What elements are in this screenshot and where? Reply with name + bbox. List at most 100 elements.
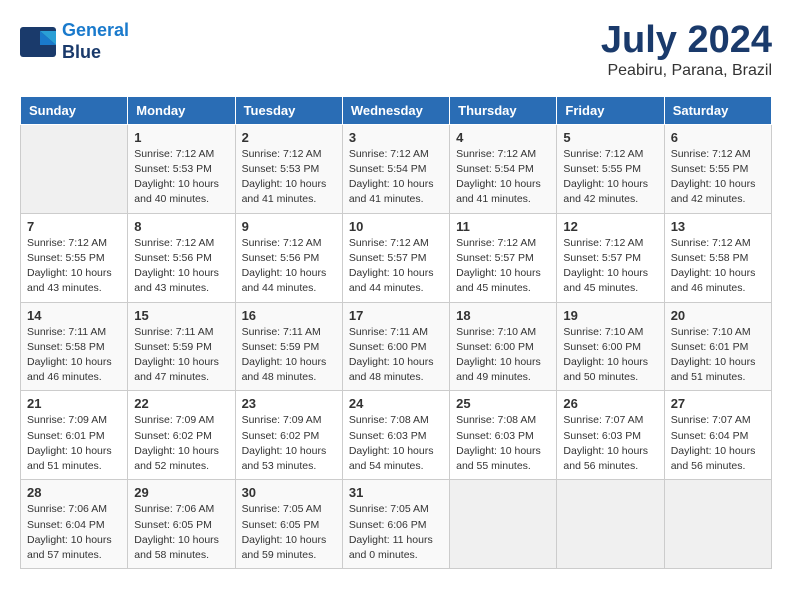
month-year: July 2024 — [601, 20, 772, 62]
day-cell: 19Sunrise: 7:10 AM Sunset: 6:00 PM Dayli… — [557, 302, 664, 391]
day-cell: 29Sunrise: 7:06 AM Sunset: 6:05 PM Dayli… — [128, 480, 235, 569]
col-header-friday: Friday — [557, 96, 664, 124]
day-number: 8 — [134, 219, 228, 234]
day-number: 29 — [134, 485, 228, 500]
location: Peabiru, Parana, Brazil — [601, 62, 772, 80]
day-number: 22 — [134, 396, 228, 411]
day-number: 15 — [134, 308, 228, 323]
day-info: Sunrise: 7:07 AM Sunset: 6:03 PM Dayligh… — [563, 413, 657, 474]
logo-icon — [20, 27, 56, 57]
day-number: 9 — [242, 219, 336, 234]
day-number: 14 — [27, 308, 121, 323]
logo-text: General Blue — [62, 20, 129, 63]
day-cell: 6Sunrise: 7:12 AM Sunset: 5:55 PM Daylig… — [664, 124, 771, 213]
day-cell: 31 Sunrise: 7:05 AM Sunset: 6:06 PM Dayli… — [342, 480, 449, 569]
day-cell: 24Sunrise: 7:08 AM Sunset: 6:03 PM Dayli… — [342, 391, 449, 480]
day-cell: 8 Sunrise: 7:12 AM Sunset: 5:56 PM Daylig… — [128, 213, 235, 302]
day-info: Sunrise: 7:05 AM Sunset: 6:05 PM Dayligh… — [242, 502, 336, 563]
col-header-saturday: Saturday — [664, 96, 771, 124]
day-cell: 25Sunrise: 7:08 AM Sunset: 6:03 PM Dayli… — [450, 391, 557, 480]
day-number: 5 — [563, 130, 657, 145]
day-cell: 17 Sunrise: 7:11 AM Sunset: 6:00 PM Dayli… — [342, 302, 449, 391]
col-header-sunday: Sunday — [21, 96, 128, 124]
day-cell — [450, 480, 557, 569]
day-number: 28 — [27, 485, 121, 500]
day-info: Sunrise: 7:11 AM Sunset: 5:59 PM Dayligh… — [134, 325, 228, 386]
week-row-0: 1 Sunrise: 7:12 AM Sunset: 5:53 PM Daylig… — [21, 124, 772, 213]
day-number: 11 — [456, 219, 550, 234]
week-row-2: 14Sunrise: 7:11 AM Sunset: 5:58 PM Dayli… — [21, 302, 772, 391]
day-cell: 21 Sunrise: 7:09 AM Sunset: 6:01 PM Dayli… — [21, 391, 128, 480]
day-cell — [664, 480, 771, 569]
day-cell: 5 Sunrise: 7:12 AM Sunset: 5:55 PM Daylig… — [557, 124, 664, 213]
day-cell: 11Sunrise: 7:12 AM Sunset: 5:57 PM Dayli… — [450, 213, 557, 302]
day-cell — [557, 480, 664, 569]
day-cell: 12Sunrise: 7:12 AM Sunset: 5:57 PM Dayli… — [557, 213, 664, 302]
day-number: 4 — [456, 130, 550, 145]
day-info: Sunrise: 7:12 AM Sunset: 5:55 PM Dayligh… — [563, 147, 657, 208]
day-info: Sunrise: 7:10 AM Sunset: 6:00 PM Dayligh… — [456, 325, 550, 386]
day-info: Sunrise: 7:12 AM Sunset: 5:56 PM Dayligh… — [134, 236, 228, 297]
header-row: SundayMondayTuesdayWednesdayThursdayFrid… — [21, 96, 772, 124]
day-number: 3 — [349, 130, 443, 145]
day-info: Sunrise: 7:09 AM Sunset: 6:02 PM Dayligh… — [134, 413, 228, 474]
day-cell: 13 Sunrise: 7:12 AM Sunset: 5:58 PM Dayli… — [664, 213, 771, 302]
day-cell: 16 Sunrise: 7:11 AM Sunset: 5:59 PM Dayli… — [235, 302, 342, 391]
day-number: 2 — [242, 130, 336, 145]
day-info: Sunrise: 7:06 AM Sunset: 6:04 PM Dayligh… — [27, 502, 121, 563]
calendar-table: SundayMondayTuesdayWednesdayThursdayFrid… — [20, 96, 772, 569]
week-row-3: 21 Sunrise: 7:09 AM Sunset: 6:01 PM Dayli… — [21, 391, 772, 480]
day-number: 6 — [671, 130, 765, 145]
day-number: 10 — [349, 219, 443, 234]
day-cell: 27 Sunrise: 7:07 AM Sunset: 6:04 PM Dayli… — [664, 391, 771, 480]
day-number: 21 — [27, 396, 121, 411]
day-cell: 1 Sunrise: 7:12 AM Sunset: 5:53 PM Daylig… — [128, 124, 235, 213]
day-cell: 30 Sunrise: 7:05 AM Sunset: 6:05 PM Dayli… — [235, 480, 342, 569]
day-info: Sunrise: 7:12 AM Sunset: 5:54 PM Dayligh… — [349, 147, 443, 208]
day-cell: 15 Sunrise: 7:11 AM Sunset: 5:59 PM Dayli… — [128, 302, 235, 391]
day-cell: 14Sunrise: 7:11 AM Sunset: 5:58 PM Dayli… — [21, 302, 128, 391]
day-cell: 4 Sunrise: 7:12 AM Sunset: 5:54 PM Daylig… — [450, 124, 557, 213]
day-cell: 22 Sunrise: 7:09 AM Sunset: 6:02 PM Dayli… — [128, 391, 235, 480]
day-info: Sunrise: 7:08 AM Sunset: 6:03 PM Dayligh… — [349, 413, 443, 474]
day-info: Sunrise: 7:12 AM Sunset: 5:57 PM Dayligh… — [349, 236, 443, 297]
day-info: Sunrise: 7:12 AM Sunset: 5:53 PM Dayligh… — [242, 147, 336, 208]
day-cell: 2 Sunrise: 7:12 AM Sunset: 5:53 PM Daylig… — [235, 124, 342, 213]
day-cell: 10 Sunrise: 7:12 AM Sunset: 5:57 PM Dayli… — [342, 213, 449, 302]
week-row-1: 7 Sunrise: 7:12 AM Sunset: 5:55 PM Daylig… — [21, 213, 772, 302]
day-cell: 20Sunrise: 7:10 AM Sunset: 6:01 PM Dayli… — [664, 302, 771, 391]
day-info: Sunrise: 7:12 AM Sunset: 5:58 PM Dayligh… — [671, 236, 765, 297]
page-header: General Blue July 2024 Peabiru, Parana, … — [20, 20, 772, 80]
day-number: 13 — [671, 219, 765, 234]
day-number: 17 — [349, 308, 443, 323]
day-info: Sunrise: 7:05 AM Sunset: 6:06 PM Dayligh… — [349, 502, 443, 563]
day-number: 30 — [242, 485, 336, 500]
day-info: Sunrise: 7:12 AM Sunset: 5:54 PM Dayligh… — [456, 147, 550, 208]
day-info: Sunrise: 7:11 AM Sunset: 6:00 PM Dayligh… — [349, 325, 443, 386]
day-number: 18 — [456, 308, 550, 323]
day-number: 26 — [563, 396, 657, 411]
col-header-wednesday: Wednesday — [342, 96, 449, 124]
day-info: Sunrise: 7:09 AM Sunset: 6:02 PM Dayligh… — [242, 413, 336, 474]
day-number: 23 — [242, 396, 336, 411]
day-number: 25 — [456, 396, 550, 411]
day-info: Sunrise: 7:12 AM Sunset: 5:53 PM Dayligh… — [134, 147, 228, 208]
day-info: Sunrise: 7:10 AM Sunset: 6:01 PM Dayligh… — [671, 325, 765, 386]
day-number: 19 — [563, 308, 657, 323]
day-cell: 9 Sunrise: 7:12 AM Sunset: 5:56 PM Daylig… — [235, 213, 342, 302]
day-number: 16 — [242, 308, 336, 323]
day-cell: 26 Sunrise: 7:07 AM Sunset: 6:03 PM Dayli… — [557, 391, 664, 480]
day-info: Sunrise: 7:12 AM Sunset: 5:56 PM Dayligh… — [242, 236, 336, 297]
day-info: Sunrise: 7:12 AM Sunset: 5:55 PM Dayligh… — [27, 236, 121, 297]
week-row-4: 28 Sunrise: 7:06 AM Sunset: 6:04 PM Dayli… — [21, 480, 772, 569]
day-cell: 18 Sunrise: 7:10 AM Sunset: 6:00 PM Dayli… — [450, 302, 557, 391]
day-number: 27 — [671, 396, 765, 411]
day-info: Sunrise: 7:07 AM Sunset: 6:04 PM Dayligh… — [671, 413, 765, 474]
day-number: 1 — [134, 130, 228, 145]
day-number: 7 — [27, 219, 121, 234]
day-cell — [21, 124, 128, 213]
day-number: 31 — [349, 485, 443, 500]
col-header-monday: Monday — [128, 96, 235, 124]
day-info: Sunrise: 7:11 AM Sunset: 5:59 PM Dayligh… — [242, 325, 336, 386]
day-info: Sunrise: 7:09 AM Sunset: 6:01 PM Dayligh… — [27, 413, 121, 474]
